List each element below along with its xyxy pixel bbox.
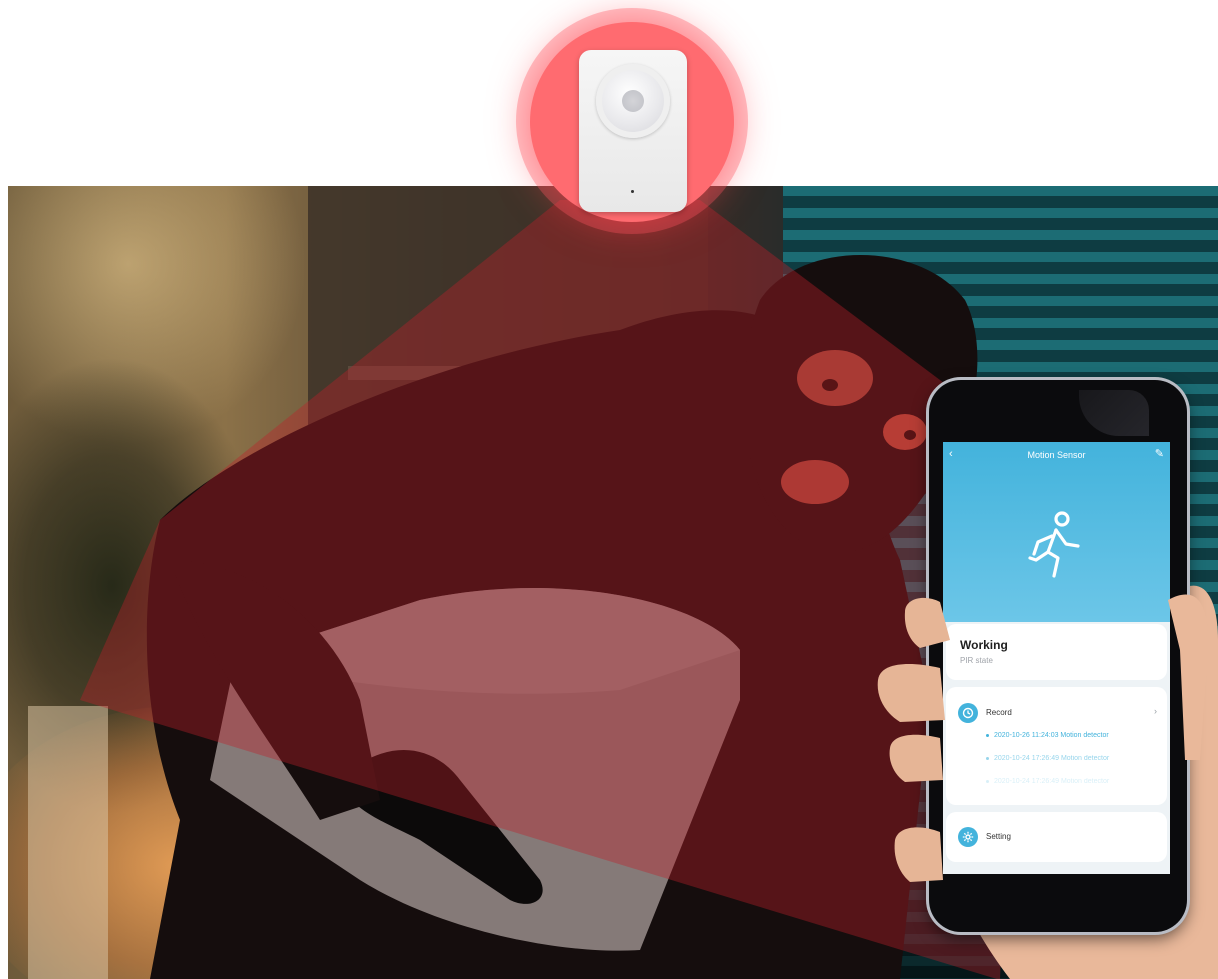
clock-icon [958, 703, 978, 723]
running-person-icon [1028, 511, 1080, 578]
record-card[interactable]: Record › 2020-10-26 11:24:03 Motion dete… [946, 687, 1167, 805]
record-label: Record [986, 708, 1012, 717]
app-title: Motion Sensor [1027, 450, 1086, 460]
product-scene: ‹ Motion Sensor ✎ Working PIR state Reco… [0, 0, 1218, 979]
status-subtitle: PIR state [960, 656, 993, 665]
record-item[interactable]: 2020-10-24 17:26:49 Motion detector [986, 778, 1109, 785]
app-header: ‹ Motion Sensor ✎ [943, 442, 1170, 622]
setting-row[interactable]: Setting [946, 812, 1167, 862]
edit-icon[interactable]: ✎ [1155, 447, 1164, 460]
smartphone: ‹ Motion Sensor ✎ Working PIR state Reco… [929, 380, 1187, 932]
phone-screen: ‹ Motion Sensor ✎ Working PIR state Reco… [943, 442, 1170, 874]
record-item[interactable]: 2020-10-24 17:26:49 Motion detector [986, 755, 1109, 762]
status-card: Working PIR state [946, 624, 1167, 680]
record-item[interactable]: 2020-10-26 11:24:03 Motion detector [986, 732, 1109, 739]
status-title: Working [960, 638, 1008, 652]
gear-icon [958, 827, 978, 847]
sensor-lens [596, 64, 670, 138]
pupil-right [904, 430, 916, 440]
sensor-led [631, 190, 634, 193]
pir-motion-sensor [579, 50, 687, 212]
mask-mouth [781, 460, 849, 504]
mask-eye-right [883, 414, 927, 450]
pupil-left [822, 379, 838, 391]
chevron-right-icon: › [1154, 706, 1157, 716]
mask-eye-left [797, 350, 873, 406]
setting-label: Setting [986, 832, 1011, 841]
